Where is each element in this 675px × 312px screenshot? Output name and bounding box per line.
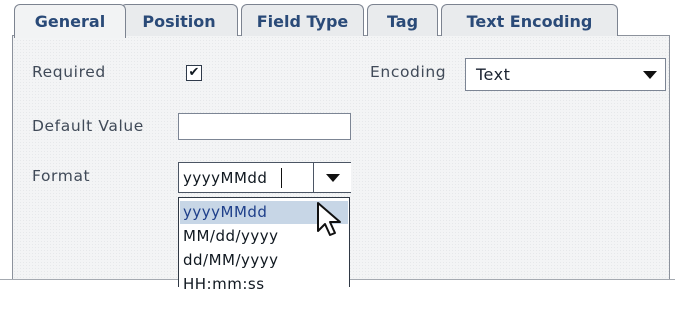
chevron-down-icon <box>326 174 340 182</box>
chevron-down-icon <box>643 71 657 79</box>
encoding-label: Encoding <box>370 63 447 81</box>
mouse-pointer-icon <box>317 202 341 236</box>
format-label: Format <box>32 167 91 185</box>
text-caret <box>281 168 282 188</box>
tab-text-encoding[interactable]: Text Encoding <box>441 4 618 36</box>
default-value-label: Default Value <box>32 117 144 135</box>
format-option[interactable]: HH:mm:ss <box>180 273 348 289</box>
format-option[interactable]: dd/MM/yyyy <box>180 249 348 272</box>
tab-strip: Text Encoding Tag Field Type Position Ge… <box>4 4 670 38</box>
tab-general[interactable]: General <box>14 4 126 38</box>
format-dropdown-button[interactable] <box>313 163 351 192</box>
tab-tag[interactable]: Tag <box>367 4 438 36</box>
format-value[interactable]: yyyyMMdd <box>183 169 267 187</box>
required-checkbox[interactable]: ✔ <box>186 65 202 81</box>
dialog-frame: Text Encoding Tag Field Type Position Ge… <box>0 0 675 312</box>
format-combobox[interactable]: yyyyMMdd <box>178 162 351 193</box>
encoding-value: Text <box>476 65 511 84</box>
tab-field-type[interactable]: Field Type <box>241 4 364 36</box>
default-value-input[interactable] <box>178 113 351 140</box>
tab-position[interactable]: Position <box>120 4 238 36</box>
encoding-select[interactable]: Text <box>465 58 666 91</box>
required-label: Required <box>32 63 106 81</box>
